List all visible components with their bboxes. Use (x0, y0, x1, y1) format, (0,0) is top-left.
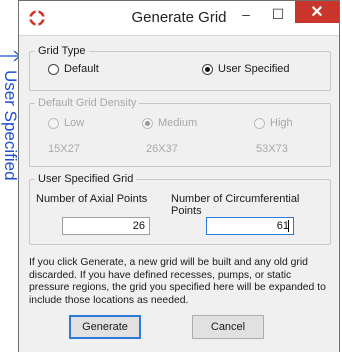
radio-user-specified-label: User Specified (218, 63, 290, 75)
generate-grid-dialog: Generate Grid – ☐ ✕ Grid Type Default Us… (18, 0, 340, 352)
circ-points-input[interactable]: 61 (206, 217, 294, 235)
maximize-button[interactable]: ☐ (263, 1, 293, 27)
radio-circle[interactable] (48, 63, 59, 75)
radio-circle (254, 117, 265, 129)
axial-points-input[interactable]: 26 (62, 217, 150, 235)
default-density-legend: Default Grid Density (38, 97, 137, 109)
radio-default[interactable]: Default (48, 63, 99, 75)
user-grid-group: User Specified Grid Number of Axial Poin… (29, 173, 331, 245)
side-annotation-text: User Specified (1, 70, 20, 181)
radio-high-label: High (270, 117, 293, 129)
user-grid-legend: User Specified Grid (38, 173, 134, 185)
text-caret (288, 220, 289, 232)
radio-high: High (254, 117, 293, 129)
info-text: If you click Generate, a new grid will b… (29, 257, 326, 306)
grid-type-legend: Grid Type (38, 45, 86, 57)
radio-user-specified[interactable]: User Specified (202, 63, 290, 75)
radio-low-label: Low (64, 117, 85, 129)
cancel-button[interactable]: Cancel (192, 315, 264, 339)
side-annotation: User Specified (0, 70, 20, 250)
radio-circle (48, 117, 59, 129)
close-button[interactable]: ✕ (295, 1, 339, 23)
minimize-button[interactable]: – (231, 1, 261, 27)
low-size-label: 15X27 (48, 143, 80, 155)
grid-type-group: Grid Type Default User Specified (29, 45, 331, 91)
radio-circle (142, 117, 153, 129)
default-density-group: Default Grid Density Low Medium High 15X… (29, 97, 331, 167)
radio-circle[interactable] (202, 63, 213, 75)
axial-points-label: Number of Axial Points (36, 193, 148, 205)
radio-medium: Medium (142, 117, 197, 129)
radio-medium-label: Medium (158, 117, 198, 129)
medium-size-label: 26X37 (146, 143, 178, 155)
circ-points-label: Number of Circumferential Points (171, 193, 300, 217)
generate-button[interactable]: Generate (69, 315, 141, 339)
title-bar[interactable]: Generate Grid – ☐ ✕ (19, 1, 339, 36)
radio-default-label: Default (64, 63, 99, 75)
radio-low: Low (48, 117, 84, 129)
high-size-label: 53X73 (256, 143, 288, 155)
